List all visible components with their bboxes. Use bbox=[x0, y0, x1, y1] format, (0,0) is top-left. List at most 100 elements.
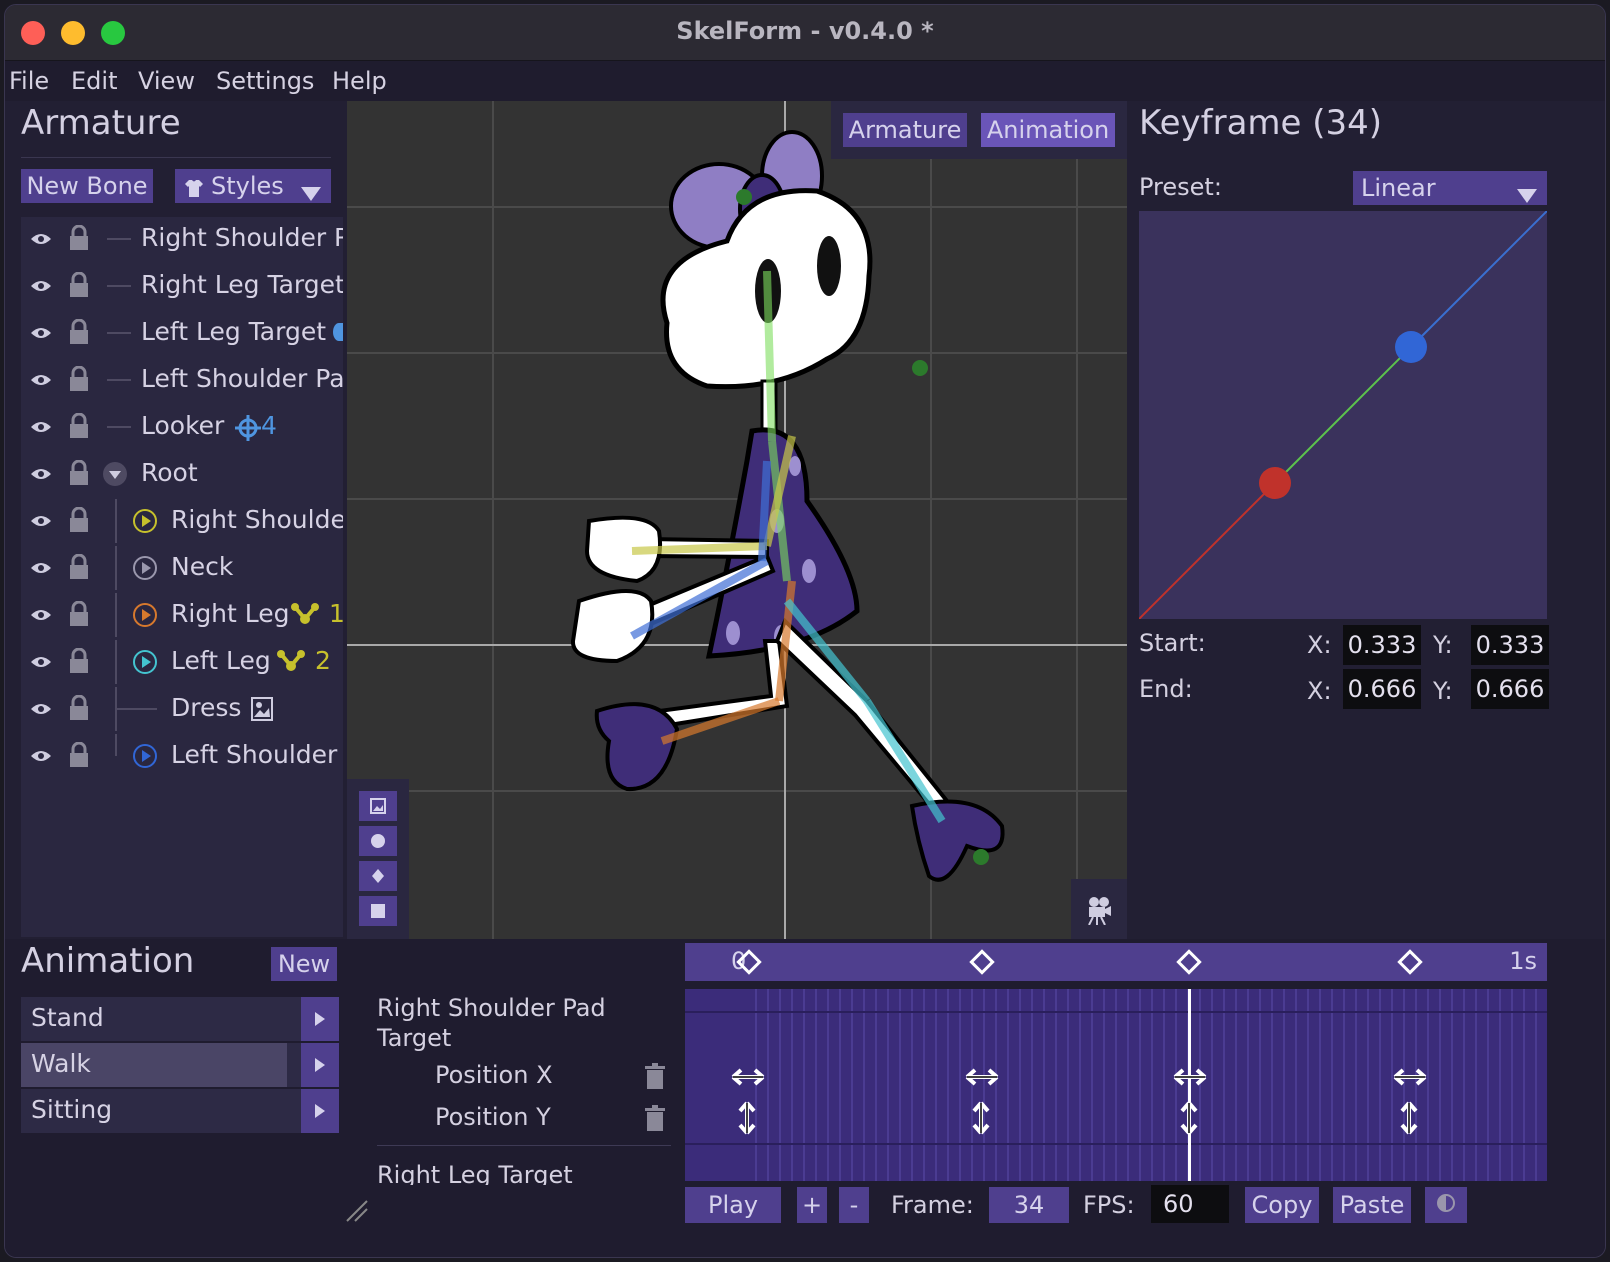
menu-edit[interactable]: Edit bbox=[71, 67, 117, 95]
bone-row[interactable]: Right Shoulder bbox=[21, 499, 343, 543]
animation-item-sitting[interactable]: Sitting bbox=[21, 1089, 339, 1133]
bone-row[interactable]: Left Shoulder Pac bbox=[21, 358, 343, 402]
add-frame-button[interactable]: + bbox=[797, 1187, 827, 1223]
trash-icon[interactable] bbox=[645, 1105, 665, 1135]
keyframe-horizontal-arrow-icon[interactable] bbox=[1393, 1067, 1427, 1091]
lock-icon[interactable] bbox=[69, 365, 89, 392]
collapse-chevron-icon[interactable] bbox=[103, 462, 127, 490]
circle-tool-icon[interactable] bbox=[359, 826, 397, 856]
frame-input[interactable]: 34 bbox=[989, 1187, 1069, 1223]
tab-armature-label: Armature bbox=[848, 116, 962, 144]
lock-icon[interactable] bbox=[69, 694, 89, 721]
end-x-input[interactable]: 0.666 bbox=[1343, 669, 1421, 709]
keyframe-marker[interactable] bbox=[1397, 949, 1423, 975]
bone-row[interactable]: Dress bbox=[21, 687, 343, 731]
bezier-curve-editor[interactable] bbox=[1138, 210, 1548, 620]
animation-item-stand[interactable]: Stand bbox=[21, 997, 339, 1041]
keyframe-horizontal-arrow-icon[interactable] bbox=[731, 1067, 765, 1091]
lock-icon[interactable] bbox=[69, 271, 89, 298]
visibility-eye-icon[interactable] bbox=[31, 419, 51, 433]
onion-skin-button[interactable] bbox=[1425, 1187, 1467, 1223]
bone-name: Left Leg bbox=[171, 646, 271, 675]
camera-button[interactable] bbox=[1071, 879, 1127, 939]
visibility-eye-icon[interactable] bbox=[31, 701, 51, 715]
styles-label: Styles bbox=[211, 172, 284, 200]
visibility-eye-icon[interactable] bbox=[31, 466, 51, 480]
paste-button[interactable]: Paste bbox=[1333, 1187, 1411, 1223]
lock-icon[interactable] bbox=[69, 553, 89, 580]
menu-help[interactable]: Help bbox=[332, 67, 387, 95]
bone-row[interactable]: Right Shoulder Pa bbox=[21, 217, 343, 261]
lock-icon[interactable] bbox=[69, 224, 89, 251]
visibility-eye-icon[interactable] bbox=[31, 560, 51, 574]
lock-icon[interactable] bbox=[69, 600, 89, 627]
trash-icon[interactable] bbox=[645, 1063, 665, 1093]
start-x-input[interactable]: 0.333 bbox=[1343, 625, 1421, 665]
lock-icon[interactable] bbox=[69, 741, 89, 768]
lock-icon[interactable] bbox=[69, 647, 89, 674]
play-triangle-icon[interactable] bbox=[301, 997, 339, 1041]
bone-expand-icon[interactable] bbox=[133, 556, 157, 584]
keyframe-marker[interactable] bbox=[1176, 949, 1202, 975]
menu-view[interactable]: View bbox=[138, 67, 195, 95]
keyframe-vertical-arrow-icon[interactable] bbox=[737, 1101, 757, 1139]
new-bone-button[interactable]: New Bone bbox=[21, 169, 153, 203]
bone-row[interactable]: Root bbox=[21, 452, 343, 496]
play-triangle-icon[interactable] bbox=[301, 1043, 339, 1087]
tab-animation[interactable]: Animation bbox=[981, 113, 1115, 147]
keyframe-vertical-arrow-icon[interactable] bbox=[971, 1101, 991, 1139]
title-bar: SkelForm - v0.4.0 * bbox=[5, 5, 1605, 61]
bone-row[interactable]: Right Leg 1 bbox=[21, 593, 343, 637]
animation-item-label: Walk bbox=[31, 1049, 91, 1078]
animation-item-walk[interactable]: Walk bbox=[21, 1043, 339, 1087]
keyframe-horizontal-arrow-icon[interactable] bbox=[965, 1067, 999, 1091]
new-animation-button[interactable]: New bbox=[271, 947, 337, 981]
fps-input[interactable]: 60 bbox=[1151, 1185, 1229, 1223]
diamond-tool-icon[interactable] bbox=[359, 861, 397, 891]
play-button[interactable]: Play bbox=[685, 1187, 781, 1223]
lock-icon[interactable] bbox=[69, 506, 89, 533]
play-triangle-icon[interactable] bbox=[301, 1089, 339, 1133]
preset-dropdown[interactable]: Linear bbox=[1353, 171, 1547, 205]
lock-icon[interactable] bbox=[69, 459, 89, 486]
bone-row[interactable]: Neck bbox=[21, 546, 343, 590]
visibility-eye-icon[interactable] bbox=[31, 513, 51, 527]
visibility-eye-icon[interactable] bbox=[31, 325, 51, 339]
menu-settings[interactable]: Settings bbox=[216, 67, 314, 95]
image-tool-icon[interactable] bbox=[359, 791, 397, 821]
bone-row[interactable]: Looker 4 bbox=[21, 405, 343, 449]
styles-dropdown[interactable]: Styles bbox=[175, 169, 331, 203]
bone-expand-icon[interactable] bbox=[133, 509, 157, 537]
menu-file[interactable]: File bbox=[9, 67, 49, 95]
visibility-eye-icon[interactable] bbox=[31, 231, 51, 245]
bone-row[interactable]: Left Leg Target bbox=[21, 311, 343, 355]
tree-connector bbox=[107, 379, 131, 381]
end-y-input[interactable]: 0.666 bbox=[1471, 669, 1549, 709]
keyframe-horizontal-arrow-icon[interactable] bbox=[1173, 1067, 1207, 1091]
timeline-ruler[interactable]: 0 1s bbox=[685, 943, 1547, 981]
remove-frame-button[interactable]: - bbox=[839, 1187, 869, 1223]
bone-row[interactable]: Left Shoulder F bbox=[21, 734, 343, 778]
copy-button[interactable]: Copy bbox=[1245, 1187, 1319, 1223]
resize-grip-icon[interactable] bbox=[343, 1197, 369, 1223]
visibility-eye-icon[interactable] bbox=[31, 607, 51, 621]
viewport-scene bbox=[347, 101, 1127, 939]
square-tool-icon[interactable] bbox=[359, 896, 397, 926]
lock-icon[interactable] bbox=[69, 318, 89, 345]
visibility-eye-icon[interactable] bbox=[31, 372, 51, 386]
keyframe-marker[interactable] bbox=[969, 949, 995, 975]
keyframe-vertical-arrow-icon[interactable] bbox=[1179, 1101, 1199, 1139]
bone-row[interactable]: Left Leg 2 bbox=[21, 640, 343, 684]
bone-expand-icon[interactable] bbox=[133, 650, 157, 678]
visibility-eye-icon[interactable] bbox=[31, 748, 51, 762]
visibility-eye-icon[interactable] bbox=[31, 278, 51, 292]
keyframe-vertical-arrow-icon[interactable] bbox=[1399, 1101, 1419, 1139]
tab-armature[interactable]: Armature bbox=[843, 113, 967, 147]
bone-expand-icon[interactable] bbox=[133, 603, 157, 631]
visibility-eye-icon[interactable] bbox=[31, 654, 51, 668]
bone-expand-icon[interactable] bbox=[133, 744, 157, 772]
start-y-input[interactable]: 0.333 bbox=[1471, 625, 1549, 665]
bone-row[interactable]: Right Leg Target bbox=[21, 264, 343, 308]
viewport-canvas[interactable]: Armature Animation bbox=[347, 101, 1127, 939]
lock-icon[interactable] bbox=[69, 412, 89, 439]
